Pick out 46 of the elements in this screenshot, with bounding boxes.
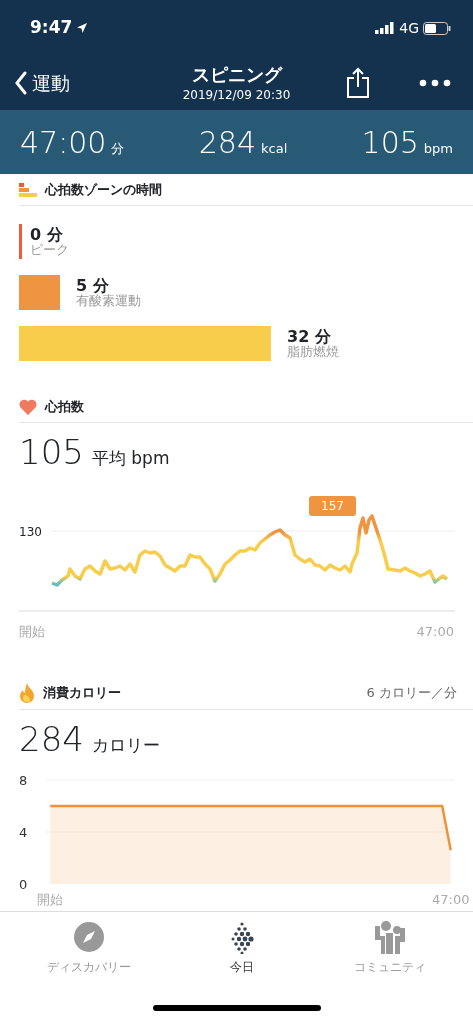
screen-title: スピニング <box>190 64 284 86</box>
axis-label: 47:00 <box>432 891 470 907</box>
calorie-total: 284 <box>19 717 84 761</box>
average-heart-rate: 105 <box>19 431 84 474</box>
heart-rate-stat: 105 <box>361 123 419 162</box>
axis-tick-label: 0 <box>19 876 28 892</box>
section-title: 心拍数 <box>45 397 84 416</box>
peak-tooltip: 157 <box>309 496 356 516</box>
calories-stat: 284 <box>198 123 256 162</box>
more-icon[interactable] <box>419 79 451 87</box>
zone-minutes: 32 分 <box>287 327 331 346</box>
section-title: 心拍数ゾーンの時間 <box>45 180 162 199</box>
chevron-left-icon <box>14 71 28 95</box>
tab-button[interactable]: 今日 <box>178 911 307 991</box>
flame-icon <box>19 683 35 703</box>
location-arrow-icon <box>76 22 89 34</box>
axis-label: 開始 <box>19 623 45 641</box>
signal-icon <box>375 22 396 34</box>
unit-label: bpm <box>423 139 453 158</box>
duration-stat: 47:00 <box>20 123 107 162</box>
axis-tick-label: 130 <box>19 524 42 541</box>
section-title: 消費カロリー <box>43 684 121 703</box>
back-button[interactable]: 運動 <box>14 68 70 98</box>
unit-label: 平均 bpm <box>91 447 170 470</box>
unit-label: 分 <box>111 139 125 158</box>
axis-tick-label: 8 <box>19 772 28 788</box>
share-icon[interactable] <box>345 67 371 99</box>
date-subtitle: 2019/12/09 20:30 <box>182 86 291 104</box>
people-icon <box>372 919 407 954</box>
zone-label: ピーク <box>30 243 69 258</box>
battery-icon <box>423 21 451 35</box>
heart-icon <box>19 398 37 415</box>
unit-label: kcal <box>261 139 288 158</box>
axis-label: 開始 <box>37 891 64 907</box>
axis-label: 47:00 <box>416 623 454 641</box>
compass-icon <box>72 919 107 954</box>
axis-tick-label: 4 <box>19 824 28 840</box>
calorie-rate: 6 カロリー／分 <box>366 684 457 703</box>
network-label: 4G <box>399 18 419 38</box>
zone-label: 脂肪燃焼 <box>287 345 339 360</box>
clock: 9:47 <box>30 16 73 40</box>
zone-label: 有酸素運動 <box>76 294 141 309</box>
zone-minutes: 5 分 <box>76 276 109 295</box>
zone-minutes: 0 分 <box>30 225 64 244</box>
unit-label: カロリー <box>91 733 160 757</box>
zones-icon <box>19 182 37 197</box>
